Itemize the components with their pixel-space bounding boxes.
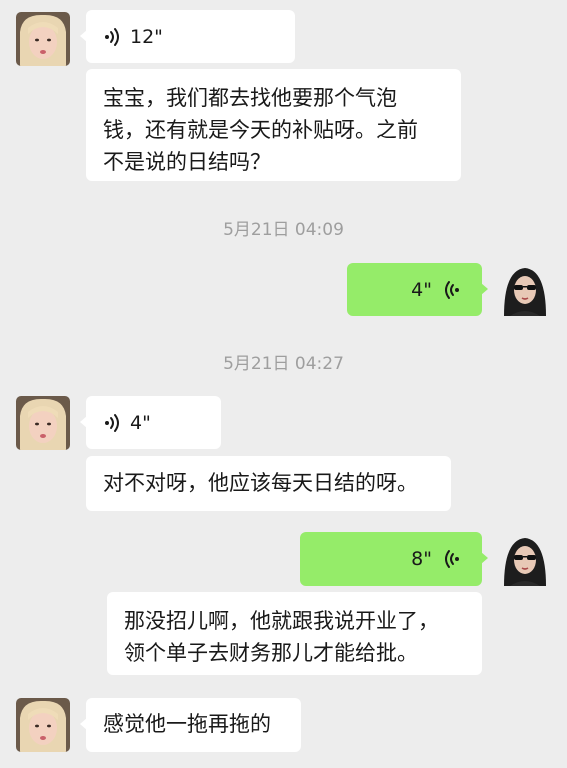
voice-wave-icon — [445, 550, 459, 568]
outgoing-voice-message[interactable]: 4" — [347, 263, 488, 316]
incoming-voice-message[interactable]: 4" — [80, 396, 221, 449]
avatar-sunglasses-image — [498, 532, 552, 586]
incoming-text-message[interactable]: 宝宝，我们都去找他要那个气泡 钱，还有就是今天的补贴呀。之前 不是说的日结吗？ — [86, 69, 461, 181]
message-line: 领个单子去财务那儿才能给批。 — [124, 641, 418, 665]
contact-avatar[interactable] — [16, 12, 70, 66]
incoming-text-message[interactable]: 对不对呀，他应该每天日结的呀。 — [86, 456, 451, 511]
voice-duration: 8" — [411, 548, 432, 570]
message-line: 不是说的日结吗？ — [103, 150, 271, 174]
incoming-text-message[interactable]: 感觉他一拖再拖的 — [80, 698, 301, 752]
message-line: 对不对呀，他应该每天日结的呀。 — [103, 471, 418, 495]
avatar-blonde-image — [16, 12, 70, 66]
voice-duration: 4" — [411, 278, 432, 301]
chat-timestamp: 5月21日 04:27 — [223, 354, 344, 374]
message-line: 钱，还有就是今天的补贴呀。之前 — [103, 118, 418, 142]
voice-duration: 4" — [130, 411, 151, 434]
voice-duration: 12" — [130, 25, 163, 48]
voice-wave-icon — [105, 413, 119, 432]
my-avatar[interactable] — [498, 262, 552, 316]
outgoing-voice-message[interactable]: 8" — [300, 532, 488, 586]
avatar-sunglasses-image — [498, 262, 552, 316]
contact-avatar[interactable] — [16, 396, 70, 450]
avatar-blonde-image — [16, 698, 70, 752]
chat-timestamp: 5月21日 04:09 — [223, 220, 344, 240]
contact-avatar[interactable] — [16, 698, 70, 752]
avatar-blonde-image — [16, 396, 70, 450]
voice-wave-icon — [445, 280, 459, 299]
incoming-voice-message[interactable]: 12" — [80, 10, 295, 63]
incoming-text-message[interactable]: 那没招儿啊，他就跟我说开业了， 领个单子去财务那儿才能给批。 — [107, 592, 482, 675]
message-line: 那没招儿啊，他就跟我说开业了， — [124, 609, 439, 633]
message-line: 宝宝，我们都去找他要那个气泡 — [103, 86, 397, 110]
my-avatar[interactable] — [498, 532, 552, 586]
voice-wave-icon — [105, 27, 119, 46]
message-line: 感觉他一拖再拖的 — [103, 712, 271, 736]
